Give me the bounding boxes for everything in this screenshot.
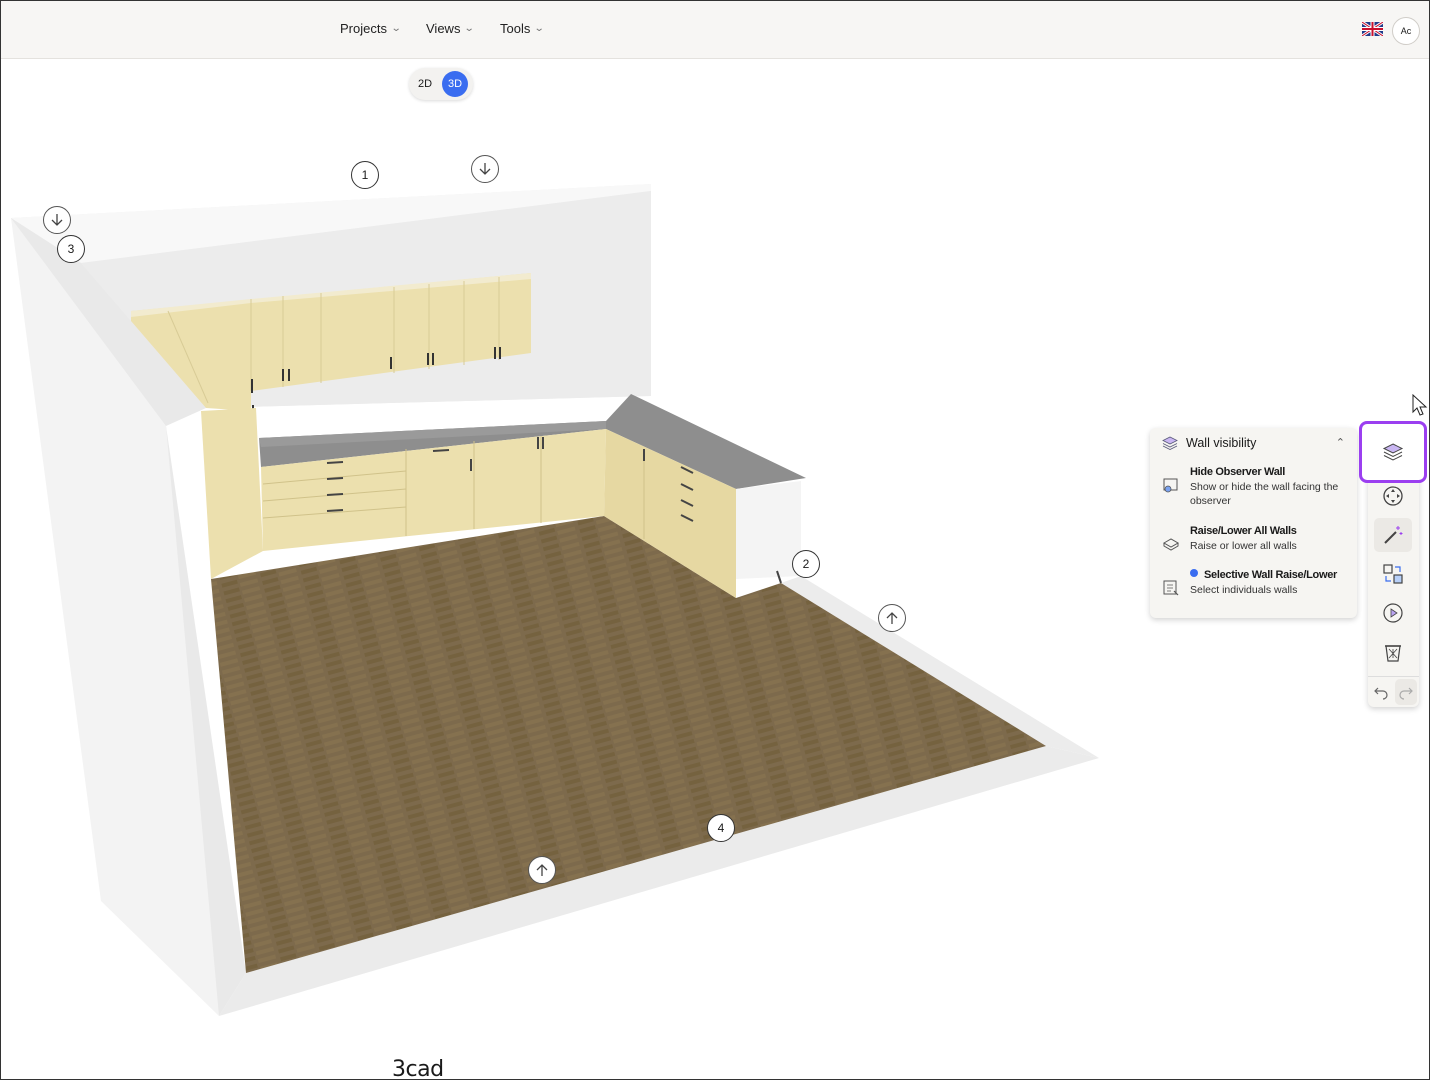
option-description: Show or hide the wall facing the observe…	[1190, 481, 1339, 507]
wall-visibility-panel: Wall visibility ⌃ Hide Observer Wall Sho…	[1150, 428, 1357, 618]
option-description: Raise or lower all walls	[1190, 540, 1297, 552]
undo-button[interactable]	[1370, 679, 1392, 705]
option-raise-lower-all-walls[interactable]: Raise/Lower All Walls Raise or lower all…	[1162, 525, 1350, 553]
magic-wand-icon	[1384, 526, 1403, 544]
swap-objects-tool-button[interactable]	[1374, 557, 1412, 591]
tall-cabinet	[201, 408, 263, 579]
move-tool-button[interactable]	[1374, 479, 1412, 513]
raise-wall-arrow-icon[interactable]	[878, 604, 906, 632]
redo-icon	[1399, 687, 1413, 700]
magic-wand-tool-button[interactable]	[1374, 518, 1412, 552]
wooden-floor	[211, 516, 1046, 973]
raise-walls-icon	[1162, 538, 1180, 551]
layers-icon	[1162, 436, 1178, 450]
option-hide-observer-wall[interactable]: Hide Observer Wall Show or hide the wall…	[1162, 466, 1350, 508]
lower-wall-arrow-icon[interactable]	[471, 155, 499, 183]
move-icon	[1383, 486, 1403, 506]
3cad-logo: 3cad	[392, 1057, 444, 1082]
option-description: Select individuals walls	[1190, 584, 1298, 596]
wall-marker-4[interactable]: 4	[707, 814, 735, 842]
panel-title: Wall visibility	[1186, 436, 1257, 450]
selected-dot-icon	[1190, 569, 1198, 577]
wall-visibility-tool-button[interactable]	[1359, 421, 1427, 483]
wall-visibility-header[interactable]: Wall visibility	[1162, 435, 1256, 451]
play-tool-button[interactable]	[1374, 596, 1412, 630]
wall-marker-2[interactable]: 2	[792, 550, 820, 578]
chevron-up-icon[interactable]: ⌃	[1336, 436, 1345, 449]
undo-icon	[1374, 687, 1388, 700]
option-title: Raise/Lower All Walls	[1190, 525, 1297, 537]
swap-objects-icon	[1383, 564, 1403, 584]
hide-wall-icon	[1163, 478, 1178, 493]
mouse-cursor-icon	[1412, 394, 1428, 416]
option-title: Hide Observer Wall	[1190, 466, 1286, 478]
option-title: Selective Wall Raise/Lower	[1204, 569, 1338, 581]
option-selective-wall-raise-lower[interactable]: Selective Wall Raise/Lower Select indivi…	[1162, 569, 1350, 597]
layers-icon	[1382, 443, 1404, 461]
delete-tool-button[interactable]	[1374, 635, 1412, 669]
wall-marker-1[interactable]: 1	[351, 161, 379, 189]
raise-wall-arrow-icon[interactable]	[528, 856, 556, 884]
trash-icon	[1385, 645, 1401, 662]
wall-marker-3[interactable]: 3	[57, 235, 85, 263]
redo-button[interactable]	[1395, 679, 1417, 705]
play-icon	[1383, 603, 1403, 623]
selective-wall-icon	[1163, 580, 1179, 596]
right-toolbar	[1359, 421, 1427, 707]
lower-wall-arrow-icon[interactable]	[43, 206, 71, 234]
